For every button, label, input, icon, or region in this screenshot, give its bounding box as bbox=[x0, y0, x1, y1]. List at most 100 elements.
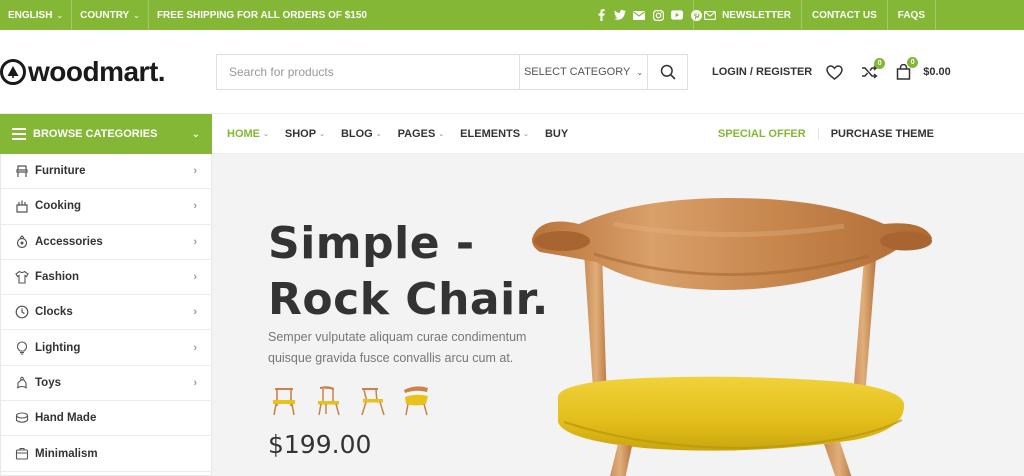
facebook-icon[interactable] bbox=[595, 9, 607, 21]
chevron-down-icon: ⌄ bbox=[263, 130, 269, 138]
nav-shop[interactable]: SHOP ⌄ bbox=[277, 128, 333, 140]
chevron-down-icon: ⌄ bbox=[636, 67, 644, 77]
hero-description: Semper vulputate aliquam curae condiment… bbox=[268, 330, 527, 365]
chevron-right-icon: › bbox=[193, 165, 197, 178]
tree-logo-icon bbox=[0, 59, 26, 85]
main-navigation: HOME ⌄ SHOP ⌄ BLOG ⌄ PAGES ⌄ ELEMENTS ⌄ BUY S… bbox=[212, 114, 1024, 154]
toy-icon bbox=[15, 376, 29, 390]
nav-pages-label: PAGES bbox=[397, 127, 436, 140]
compare-count-badge: 0 bbox=[874, 58, 886, 69]
heart-icon bbox=[826, 64, 843, 80]
chevron-right-icon: › bbox=[193, 235, 197, 248]
nav-home[interactable]: HOME ⌄ bbox=[219, 128, 277, 140]
login-register-link[interactable]: LOGIN / REGISTER bbox=[712, 66, 812, 78]
contact-link[interactable]: CONTACT US bbox=[802, 0, 888, 30]
chair-thumbnail[interactable] bbox=[400, 382, 432, 416]
rock-chair-image bbox=[532, 197, 932, 476]
category-item-minimalism[interactable]: Minimalism bbox=[1, 436, 211, 472]
envelope-icon bbox=[704, 10, 717, 20]
instagram-icon[interactable] bbox=[652, 9, 664, 21]
category-item-lighting[interactable]: Lighting › bbox=[1, 330, 211, 366]
cooking-icon bbox=[15, 199, 29, 214]
category-item-furniture[interactable]: Furniture › bbox=[1, 154, 211, 190]
nav-buy[interactable]: BUY bbox=[537, 128, 576, 140]
country-selector[interactable]: COUNTRY ⌄ bbox=[72, 0, 149, 30]
category-item-cooking[interactable]: Cooking › bbox=[1, 189, 211, 225]
chevron-right-icon: › bbox=[193, 341, 197, 354]
cart-total[interactable]: $0.00 bbox=[923, 66, 951, 78]
browse-categories-button[interactable]: BROWSE CATEGORIES ⌄ bbox=[0, 114, 212, 154]
search-icon bbox=[660, 64, 676, 80]
search-bar: SELECT CATEGORY ⌄ bbox=[216, 54, 688, 90]
category-label: Minimalism bbox=[35, 447, 98, 460]
search-input[interactable] bbox=[217, 55, 519, 89]
accessories-icon bbox=[15, 234, 29, 249]
nav-right-links: SPECIAL OFFER PURCHASE THEME bbox=[718, 114, 934, 154]
clock-icon bbox=[15, 305, 29, 319]
nav-buy-label: BUY bbox=[544, 127, 569, 140]
category-label: Cooking bbox=[35, 200, 81, 213]
shipping-notice: FREE SHIPPING FOR ALL ORDERS OF $150 bbox=[156, 9, 367, 21]
wishlist-button[interactable] bbox=[826, 64, 843, 80]
compare-button[interactable]: 0 bbox=[861, 58, 886, 79]
chevron-down-icon: ⌄ bbox=[56, 10, 64, 20]
social-links bbox=[595, 0, 702, 30]
hero-title: Simple - Rock Chair. bbox=[268, 216, 549, 328]
chevron-down-icon: ⌄ bbox=[319, 130, 325, 138]
chair-thumbnail[interactable] bbox=[312, 382, 344, 416]
chair-icon bbox=[15, 164, 29, 178]
twitter-icon[interactable] bbox=[614, 9, 626, 21]
chevron-down-icon: ⌄ bbox=[133, 10, 140, 20]
category-label: Accessories bbox=[35, 235, 103, 248]
product-thumbnails bbox=[268, 382, 432, 416]
category-item-hand-made[interactable]: Hand Made bbox=[1, 401, 211, 437]
top-bar: ENGLISH ⌄ COUNTRY ⌄ FREE SHIPPING FOR AL… bbox=[0, 0, 1024, 30]
hero-price: $199.00 bbox=[268, 430, 372, 459]
chevron-down-icon: ⌄ bbox=[438, 130, 445, 138]
category-select[interactable]: SELECT CATEGORY ⌄ bbox=[519, 55, 647, 89]
chair-thumbnail[interactable] bbox=[356, 382, 388, 416]
nav-elements-label: ELEMENTS bbox=[460, 127, 521, 140]
language-selector[interactable]: ENGLISH ⌄ bbox=[0, 0, 73, 30]
category-item-accessories[interactable]: Accessories › bbox=[1, 225, 211, 260]
cart-button[interactable]: 0 bbox=[896, 57, 919, 80]
hero-title-line-1: Simple - bbox=[268, 218, 475, 269]
search-button[interactable] bbox=[647, 55, 687, 89]
chevron-down-icon: ⌄ bbox=[523, 130, 529, 138]
category-label: Lighting bbox=[35, 341, 81, 354]
hero-banner: Simple - Rock Chair. Semper vulputate al… bbox=[212, 154, 1024, 476]
category-item-toys[interactable]: Toys › bbox=[1, 366, 211, 402]
nav-blog-label: BLOG bbox=[340, 127, 373, 140]
category-sidebar: Furniture › Cooking › Accessories › Fash… bbox=[0, 154, 212, 476]
category-select-label: SELECT CATEGORY bbox=[523, 66, 631, 78]
nav-elements[interactable]: ELEMENTS ⌄ bbox=[452, 128, 537, 140]
header-actions: LOGIN / REGISTER 0 0 $0.00 bbox=[712, 57, 951, 80]
cart-count-badge: 0 bbox=[907, 57, 919, 68]
nav-home-label: HOME bbox=[227, 127, 260, 140]
category-label: Fashion bbox=[35, 271, 80, 284]
category-label: Hand Made bbox=[35, 412, 97, 425]
faqs-link[interactable]: FAQS bbox=[888, 0, 936, 30]
nav-shop-label: SHOP bbox=[284, 127, 317, 140]
category-item-clocks[interactable]: Clocks › bbox=[1, 295, 211, 331]
chevron-right-icon: › bbox=[193, 271, 197, 284]
language-label: ENGLISH bbox=[8, 9, 53, 21]
chevron-right-icon: › bbox=[193, 376, 197, 389]
special-offer-link[interactable]: SPECIAL OFFER bbox=[718, 128, 819, 140]
category-item-fashion[interactable]: Fashion › bbox=[1, 260, 211, 296]
minimalism-icon bbox=[15, 447, 29, 461]
logo[interactable]: woodmart. bbox=[0, 55, 166, 89]
purchase-theme-link[interactable]: PURCHASE THEME bbox=[831, 128, 934, 140]
newsletter-link[interactable]: NEWSLETTER bbox=[693, 0, 802, 30]
chair-thumbnail[interactable] bbox=[268, 382, 300, 416]
chevron-right-icon: › bbox=[193, 200, 197, 213]
country-label: COUNTRY bbox=[80, 9, 130, 21]
youtube-icon[interactable] bbox=[671, 9, 683, 21]
hamburger-icon bbox=[12, 125, 26, 143]
chevron-right-icon: › bbox=[193, 306, 197, 319]
category-label: Toys bbox=[35, 376, 61, 389]
category-label: Clocks bbox=[35, 306, 73, 319]
nav-pages[interactable]: PAGES ⌄ bbox=[390, 128, 453, 140]
nav-blog[interactable]: BLOG ⌄ bbox=[333, 128, 390, 140]
email-icon[interactable] bbox=[633, 9, 645, 21]
